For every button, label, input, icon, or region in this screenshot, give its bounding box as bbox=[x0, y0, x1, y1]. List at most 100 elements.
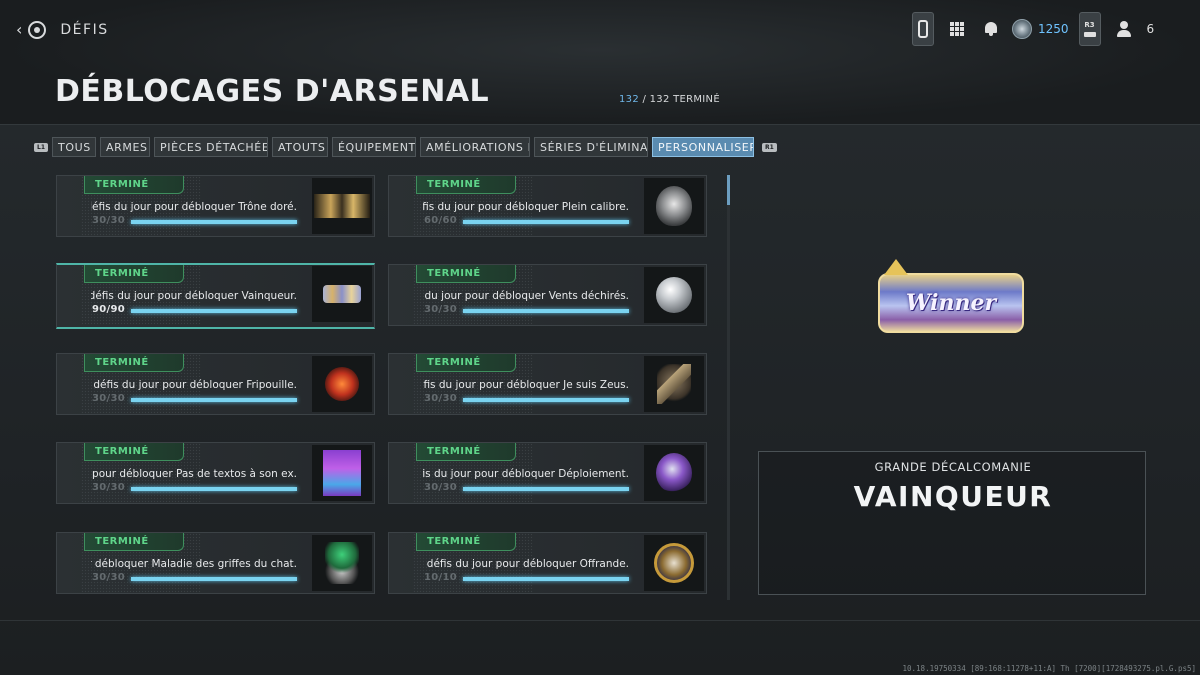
footer-divider bbox=[0, 620, 1200, 621]
r3-button[interactable]: R3 bbox=[1078, 12, 1101, 46]
r1-hint: R1 bbox=[762, 142, 777, 152]
challenge-description: 0 défis du jour pour débloquer Fripouill… bbox=[91, 379, 297, 391]
challenge-card-trone-dore[interactable]: TERMINÉ défis du jour pour débloquer Trô… bbox=[56, 175, 375, 237]
tab-equipement[interactable]: ÉQUIPEMENT bbox=[332, 137, 416, 157]
r3-label: R3 bbox=[1084, 21, 1095, 29]
reward-info-panel: GRANDE DÉCALCOMANIE VAINQUEUR bbox=[758, 451, 1146, 595]
tab-personnaliser[interactable]: PERSONNALISER bbox=[652, 137, 754, 157]
progress-bar bbox=[463, 398, 629, 402]
challenge-count: 30/30 bbox=[92, 482, 125, 493]
status-badge: TERMINÉ bbox=[416, 533, 516, 551]
progress-bar bbox=[131, 577, 297, 581]
party-members-icon[interactable] bbox=[1115, 20, 1133, 38]
status-badge: TERMINÉ bbox=[84, 443, 184, 461]
back-circle-icon[interactable] bbox=[28, 20, 47, 39]
pas-de-textos-icon bbox=[312, 445, 372, 501]
challenge-count: 30/30 bbox=[424, 482, 457, 493]
challenge-count: 30/30 bbox=[92, 393, 125, 404]
challenge-description: 0 défis du jour pour débloquer Offrande. bbox=[423, 558, 629, 570]
progress-bar bbox=[463, 487, 629, 491]
progress-bar bbox=[131, 487, 297, 491]
challenge-card-je-suis-zeus[interactable]: TERMINÉ défis du jour pour débloquer Je … bbox=[388, 353, 707, 415]
challenge-count: 30/30 bbox=[424, 393, 457, 404]
chevron-left-icon: ‹ bbox=[16, 20, 23, 39]
challenge-description: défis du jour pour débloquer Trône doré. bbox=[91, 201, 297, 213]
l1-hint: L1 bbox=[34, 142, 48, 152]
challenge-description: r débloquer Maladie des griffes du chat. bbox=[91, 558, 297, 570]
status-badge: TERMINÉ bbox=[416, 354, 516, 372]
build-info: 10.18.19750334 [89:168:11278+11:A] Th [7… bbox=[902, 664, 1197, 673]
challenge-count: 30/30 bbox=[92, 572, 125, 583]
status-badge: TERMINÉ bbox=[416, 265, 516, 283]
status-badge: TERMINÉ bbox=[84, 354, 184, 372]
vainqueur-icon bbox=[312, 266, 372, 322]
trone-dore-icon bbox=[312, 178, 372, 234]
category-tabs: L1 TOUS ARMES PIÈCES DÉTACHÉES ATOUTS ÉQ… bbox=[34, 137, 777, 157]
challenge-card-vainqueur[interactable]: TERMINÉ l défis du jour pour débloquer V… bbox=[56, 263, 375, 329]
scrollbar-thumb[interactable] bbox=[727, 175, 730, 205]
preview-decal-text: Winner bbox=[905, 290, 997, 316]
progress-bar bbox=[131, 398, 297, 402]
status-badge: TERMINÉ bbox=[416, 176, 516, 194]
back-navigation[interactable]: ‹ DÉFIS bbox=[16, 20, 109, 39]
reward-name: VAINQUEUR bbox=[853, 480, 1053, 513]
status-badge: TERMINÉ bbox=[416, 443, 516, 461]
challenge-card-plein-calibre[interactable]: TERMINÉ éfis du jour pour débloquer Plei… bbox=[388, 175, 707, 237]
challenge-card-pas-de-textos[interactable]: TERMINÉ r pour débloquer Pas de textos à… bbox=[56, 442, 375, 504]
breadcrumb: DÉFIS bbox=[60, 21, 109, 38]
winner-decal-image: Winner bbox=[878, 259, 1024, 333]
tab-ameliorations[interactable]: AMÉLIORATIONS D bbox=[420, 137, 530, 157]
deploiement-icon bbox=[644, 445, 704, 501]
challenge-count: 10/10 bbox=[424, 572, 457, 583]
status-badge: TERMINÉ bbox=[84, 533, 184, 551]
menu-select-button[interactable] bbox=[912, 12, 934, 46]
status-badge: TERMINÉ bbox=[84, 265, 184, 283]
challenge-description: s du jour pour débloquer Vents déchirés. bbox=[423, 290, 629, 302]
tab-atouts[interactable]: ATOUTS bbox=[272, 137, 328, 157]
progress-bar bbox=[463, 220, 629, 224]
maladie-griffes-icon bbox=[312, 535, 372, 591]
challenge-description: éfis du jour pour débloquer Plein calibr… bbox=[423, 201, 629, 213]
challenge-description: l défis du jour pour débloquer Vainqueur… bbox=[91, 290, 297, 302]
challenge-card-fripouille[interactable]: TERMINÉ 0 défis du jour pour débloquer F… bbox=[56, 353, 375, 415]
tab-pieces-detachees[interactable]: PIÈCES DÉTACHÉES bbox=[154, 137, 268, 157]
tab-series-elimination[interactable]: SÉRIES D'ÉLIMINA bbox=[534, 137, 648, 157]
tab-armes[interactable]: ARMES bbox=[100, 137, 150, 157]
tab-tous[interactable]: TOUS bbox=[52, 137, 96, 157]
challenge-card-offrande[interactable]: TERMINÉ 0 défis du jour pour débloquer O… bbox=[388, 532, 707, 594]
challenge-description: défis du jour pour débloquer Je suis Zeu… bbox=[423, 379, 629, 391]
progress-bar bbox=[463, 309, 629, 313]
progress-bar bbox=[131, 220, 297, 224]
page-title: DÉBLOCAGES D'ARSENAL bbox=[55, 74, 490, 109]
party-count: 6 bbox=[1146, 22, 1155, 36]
status-badge: TERMINÉ bbox=[84, 176, 184, 194]
header-divider bbox=[0, 124, 1200, 125]
cod-points-balance[interactable]: 1250 bbox=[1038, 22, 1069, 36]
challenge-count: 60/60 bbox=[424, 215, 457, 226]
challenge-card-deploiement[interactable]: TERMINÉ éfis du jour pour débloquer Dépl… bbox=[388, 442, 707, 504]
scrollbar-track[interactable] bbox=[727, 175, 730, 600]
notifications-bell-icon[interactable] bbox=[984, 22, 998, 36]
top-right-toolbar: 1250 R3 6 bbox=[912, 12, 1154, 46]
je-suis-zeus-icon bbox=[644, 356, 704, 412]
progress-done-count: 132 bbox=[619, 94, 639, 105]
vents-dechires-icon bbox=[644, 267, 704, 323]
challenge-card-vents-dechires[interactable]: TERMINÉ s du jour pour débloquer Vents d… bbox=[388, 264, 707, 326]
crown-icon bbox=[884, 259, 908, 275]
progress-total-label: / 132 TERMINÉ bbox=[639, 94, 720, 105]
challenge-description: r pour débloquer Pas de textos à son ex. bbox=[91, 468, 297, 480]
fripouille-icon bbox=[312, 356, 372, 412]
reward-type: GRANDE DÉCALCOMANIE bbox=[874, 460, 1032, 474]
offrande-icon bbox=[644, 535, 704, 591]
progress-bar bbox=[463, 577, 629, 581]
r3-bar-icon bbox=[1083, 32, 1096, 37]
challenge-description: éfis du jour pour débloquer Déploiement. bbox=[423, 468, 629, 480]
challenge-card-maladie-griffes[interactable]: TERMINÉ r débloquer Maladie des griffes … bbox=[56, 532, 375, 594]
cod-points-coin-icon bbox=[1012, 19, 1032, 39]
challenge-count: 90/90 bbox=[92, 304, 125, 315]
plein-calibre-icon bbox=[644, 178, 704, 234]
progress-bar bbox=[131, 309, 297, 313]
challenge-count: 30/30 bbox=[424, 304, 457, 315]
grid-menu-icon[interactable] bbox=[950, 22, 964, 36]
progress-summary: 132 / 132 TERMINÉ bbox=[619, 94, 720, 105]
